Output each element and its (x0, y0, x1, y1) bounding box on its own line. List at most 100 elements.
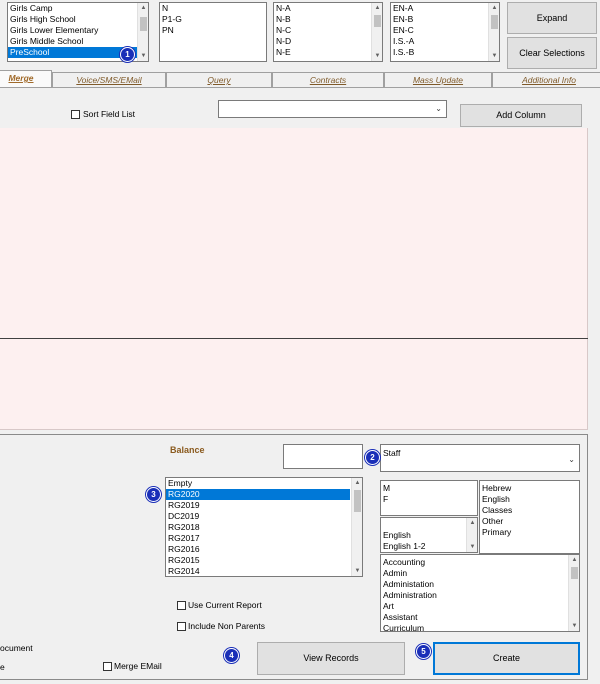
class-list-items: EN-A EN-B EN-C I.S.-A I.S.-B (391, 3, 499, 58)
department-list-item[interactable]: Assistant (381, 612, 579, 623)
year-list-item[interactable]: RG2017 (166, 533, 350, 544)
school-list-item[interactable]: Girls Camp (8, 3, 148, 14)
class-list-item[interactable]: EN-A (391, 3, 499, 14)
subject-type-list-item[interactable]: Primary (480, 527, 579, 538)
scroll-down-icon[interactable]: ▼ (489, 51, 499, 61)
scroll-thumb[interactable] (374, 15, 381, 27)
expand-button[interactable]: Expand (507, 2, 597, 34)
grade-list-item[interactable]: P1-G (160, 14, 266, 25)
include-non-parents-checkbox[interactable] (177, 622, 186, 631)
year-list-item[interactable]: RG2014 (166, 566, 350, 576)
class-list-item[interactable]: EN-C (391, 25, 499, 36)
section-list-item[interactable]: N-A (274, 3, 382, 14)
scroll-down-icon[interactable]: ▼ (569, 621, 579, 631)
balance-field[interactable] (283, 444, 363, 469)
class-list-scrollbar[interactable]: ▲ ▼ (488, 3, 499, 61)
class-list-item[interactable]: EN-B (391, 14, 499, 25)
tab-merge[interactable]: Merge (0, 70, 52, 87)
view-records-button[interactable]: View Records (257, 642, 405, 675)
department-list-item[interactable]: Accounting (381, 557, 579, 568)
tab-query[interactable]: Query (166, 72, 272, 87)
subject-type-list-item[interactable]: Classes (480, 505, 579, 516)
tab-panel-border (0, 87, 600, 88)
scroll-thumb[interactable] (354, 490, 361, 512)
use-current-report-checkbox[interactable] (177, 601, 186, 610)
year-list-item[interactable]: RG2018 (166, 522, 350, 533)
tab-additional-info[interactable]: Additional Info (492, 72, 600, 87)
step-badge-3: 3 (146, 487, 161, 502)
department-list-item[interactable]: Administation (381, 579, 579, 590)
scroll-down-icon[interactable]: ▼ (467, 542, 477, 552)
sort-field-list-checkbox[interactable] (71, 110, 80, 119)
tab-mass-update[interactable]: Mass Update (384, 72, 492, 87)
school-list-item[interactable]: Girls Lower Elementary (8, 25, 148, 36)
subject-type-list[interactable]: Hebrew English Classes Other Primary (479, 480, 580, 554)
field-combo[interactable]: ⌄ (218, 100, 447, 118)
scroll-up-icon[interactable]: ▲ (372, 3, 382, 13)
create-button[interactable]: Create (433, 642, 580, 675)
school-list-item[interactable]: Girls High School (8, 14, 148, 25)
scroll-down-icon[interactable]: ▼ (372, 51, 382, 61)
year-list-item[interactable]: RG2019 (166, 500, 350, 511)
tab-voice-sms-email[interactable]: Voice/SMS/EMail (52, 72, 166, 87)
school-list-item[interactable]: Girls Middle School (8, 36, 148, 47)
subject-type-list-item[interactable]: English (480, 494, 579, 505)
gender-list-item[interactable]: F (381, 494, 477, 505)
subject-type-list-item[interactable]: Hebrew (480, 483, 579, 494)
balance-label: Balance (170, 445, 205, 455)
department-list-item[interactable]: Admin (381, 568, 579, 579)
year-list-item[interactable]: RG2015 (166, 555, 350, 566)
merge-grid[interactable] (0, 128, 588, 430)
grade-list-item[interactable]: PN (160, 25, 266, 36)
subject-type-list-item[interactable]: Other (480, 516, 579, 527)
section-list-item[interactable]: N-D (274, 36, 382, 47)
scroll-up-icon[interactable]: ▲ (489, 3, 499, 13)
year-list-item[interactable]: RG2020 (166, 489, 350, 500)
year-list-scrollbar[interactable]: ▲ ▼ (351, 478, 362, 576)
class-list-item[interactable]: I.S.-A (391, 36, 499, 47)
class-list[interactable]: EN-A EN-B EN-C I.S.-A I.S.-B ▲ ▼ (390, 2, 500, 62)
section-list-item[interactable]: N-E (274, 47, 382, 58)
grade-list[interactable]: N P1-G PN (159, 2, 267, 62)
scroll-thumb[interactable] (140, 17, 147, 31)
english-list-item[interactable]: English 1-2 (381, 541, 477, 552)
clear-selections-button[interactable]: Clear Selections (507, 37, 597, 69)
year-list-item[interactable]: DC2019 (166, 511, 350, 522)
english-list-scrollbar[interactable]: ▲ ▼ (466, 518, 477, 552)
scroll-up-icon[interactable]: ▲ (569, 555, 579, 565)
school-list-scrollbar[interactable]: ▲ ▼ (137, 3, 148, 61)
section-list[interactable]: N-A N-B N-C N-D N-E ▲ ▼ (273, 2, 383, 62)
add-column-button[interactable]: Add Column (460, 104, 582, 127)
chevron-down-icon[interactable]: ⌄ (568, 455, 575, 464)
year-list[interactable]: Empty RG2020 RG2019 DC2019 RG2018 RG2017 RG201… (165, 477, 363, 577)
scroll-thumb[interactable] (571, 567, 578, 579)
english-list-item[interactable]: English (381, 530, 477, 541)
scroll-down-icon[interactable]: ▼ (352, 566, 362, 576)
scroll-up-icon[interactable]: ▲ (467, 518, 477, 528)
class-list-item[interactable]: I.S.-B (391, 47, 499, 58)
chevron-down-icon[interactable]: ⌄ (435, 104, 442, 113)
grade-list-item[interactable]: N (160, 3, 266, 14)
year-list-items: Empty RG2020 RG2019 DC2019 RG2018 RG2017 RG201… (166, 478, 362, 576)
section-list-item[interactable]: N-C (274, 25, 382, 36)
department-list[interactable]: Accounting Admin Administation Administrati… (380, 554, 580, 632)
gender-list-item[interactable]: M (381, 483, 477, 494)
english-list[interactable]: English English 1-2 ▲ ▼ (380, 517, 478, 553)
department-list-scrollbar[interactable]: ▲ ▼ (568, 555, 579, 631)
tab-contracts[interactable]: Contracts (272, 72, 384, 87)
gender-list[interactable]: MF (380, 480, 478, 516)
department-list-item[interactable]: Curriculum (381, 623, 579, 631)
scroll-up-icon[interactable]: ▲ (138, 3, 148, 13)
section-list-scrollbar[interactable]: ▲ ▼ (371, 3, 382, 61)
staff-combo[interactable]: Staff ⌄ (380, 444, 580, 472)
merge-email-checkbox[interactable] (103, 662, 112, 671)
scroll-up-icon[interactable]: ▲ (352, 478, 362, 488)
year-list-item[interactable]: Empty (166, 478, 350, 489)
department-list-item[interactable]: Art (381, 601, 579, 612)
section-list-item[interactable]: N-B (274, 14, 382, 25)
tab-strip: Merge Voice/SMS/EMail Query Contracts Ma… (0, 70, 600, 87)
scroll-thumb[interactable] (491, 15, 498, 29)
department-list-item[interactable]: Administration (381, 590, 579, 601)
year-list-item[interactable]: RG2016 (166, 544, 350, 555)
scroll-down-icon[interactable]: ▼ (138, 51, 148, 61)
